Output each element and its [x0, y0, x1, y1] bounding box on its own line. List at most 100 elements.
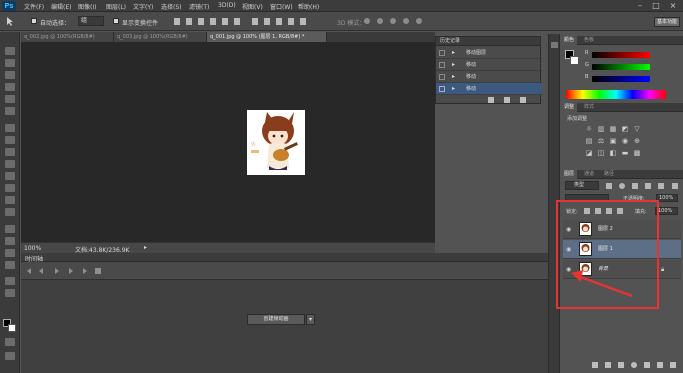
g-slider[interactable]: [592, 64, 650, 70]
background-color-swatch[interactable]: [8, 324, 16, 332]
posterize-icon[interactable]: ◫: [597, 150, 605, 157]
menu-3d[interactable]: 3D(D): [218, 2, 236, 9]
tab-q001[interactable]: q_001.jpg @ 100% (图层 1, RGB/8#) *: [207, 32, 327, 42]
vibrance-icon[interactable]: ▽: [633, 126, 641, 133]
layer-action-icons[interactable]: [590, 360, 680, 369]
zoom-tool-icon[interactable]: [5, 289, 15, 297]
history-brush-tool-icon[interactable]: [5, 160, 15, 168]
menu-help[interactable]: 帮助(H): [298, 2, 319, 11]
tab-layers[interactable]: 图层: [561, 170, 578, 179]
b-channel-label: B: [585, 74, 589, 80]
invert-icon[interactable]: ◪: [585, 150, 593, 157]
history-action-icons[interactable]: [486, 96, 536, 104]
menu-image[interactable]: 图像(I): [78, 2, 96, 11]
exposure-icon[interactable]: ◩: [621, 126, 629, 133]
tab-adjustments[interactable]: 调整: [561, 103, 578, 112]
b-slider[interactable]: [592, 76, 650, 82]
close-button[interactable]: ×: [665, 0, 681, 11]
menu-select[interactable]: 选择(S): [161, 2, 182, 11]
auto-select-checkbox[interactable]: [31, 18, 37, 24]
history-step-icon: ▸: [452, 73, 456, 80]
history-dock-icon[interactable]: [551, 42, 558, 48]
svg-text:Ⓐ: Ⓐ: [251, 141, 256, 148]
zoom-level[interactable]: 100%: [24, 245, 41, 252]
create-frame-animation-button[interactable]: 创建帧动画: [247, 314, 305, 325]
brush-tool-icon[interactable]: [5, 136, 15, 144]
background-color-swatch[interactable]: [570, 56, 579, 65]
menu-view[interactable]: 视图(V): [242, 2, 263, 11]
add-adjustment-label: 添加调整: [567, 116, 588, 122]
align-icons[interactable]: [172, 16, 312, 27]
opacity-input[interactable]: 100%: [656, 194, 678, 202]
eraser-tool-icon[interactable]: [5, 172, 15, 180]
tab-styles[interactable]: 样式: [581, 103, 597, 112]
path-select-tool-icon[interactable]: [5, 249, 15, 257]
selective-color-icon[interactable]: ▩: [633, 150, 641, 157]
show-transform-checkbox[interactable]: [113, 18, 119, 24]
hand-tool-icon[interactable]: [5, 277, 15, 285]
tab-paths[interactable]: 路径: [601, 170, 617, 179]
history-item[interactable]: ▸ 移动图层: [436, 47, 542, 59]
dodge-tool-icon[interactable]: [5, 208, 15, 216]
layer-filter-icons[interactable]: [605, 182, 680, 190]
menu-filter[interactable]: 滤镜(T): [189, 2, 209, 11]
healing-brush-tool-icon[interactable]: [5, 124, 15, 132]
quick-select-tool-icon[interactable]: [5, 83, 15, 91]
move-tool-icon[interactable]: [5, 47, 15, 55]
menu-file[interactable]: 文件(F): [24, 2, 44, 11]
menu-edit[interactable]: 编辑(E): [51, 2, 71, 11]
hue-saturation-icon[interactable]: ▤: [585, 138, 593, 145]
menu-layer[interactable]: 图层(L): [106, 2, 126, 11]
color-panel-tabs: 颜色 色板: [561, 36, 683, 45]
history-item[interactable]: ▸ 移动: [436, 71, 542, 83]
tab-channels[interactable]: 通道: [581, 170, 597, 179]
threshold-icon[interactable]: ◧: [609, 150, 617, 157]
type-tool-icon[interactable]: [5, 237, 15, 245]
color-spectrum-bar[interactable]: [566, 90, 666, 99]
document-canvas[interactable]: Ⓐ: [247, 110, 305, 175]
maximize-button[interactable]: □: [648, 0, 664, 11]
minimize-button[interactable]: –: [632, 0, 648, 11]
tab-swatches[interactable]: 色板: [581, 36, 597, 45]
quick-mask-icon[interactable]: [5, 338, 15, 346]
lasso-tool-icon[interactable]: [5, 71, 15, 79]
menu-type[interactable]: 文字(Y): [133, 2, 153, 11]
tab-q003[interactable]: q_003.jpg @ 100%(RGB/8#): [114, 32, 207, 42]
crop-tool-icon[interactable]: [5, 95, 15, 103]
auto-select-label: 自动选择：: [40, 20, 71, 27]
playback-icons[interactable]: [25, 267, 105, 275]
history-item-selected[interactable]: ▸ 移动: [436, 83, 542, 95]
chevron-down-icon[interactable]: ▾: [306, 314, 315, 325]
history-step-icon: ▸: [452, 61, 456, 68]
photo-filter-icon[interactable]: ◉: [621, 138, 629, 145]
color-balance-icon[interactable]: ⚖: [597, 138, 605, 145]
history-item[interactable]: ▸ 移动: [436, 59, 542, 71]
shape-tool-icon[interactable]: [5, 261, 15, 269]
3d-mode-icons[interactable]: [362, 16, 432, 27]
canvas-area[interactable]: [21, 42, 435, 242]
pen-tool-icon[interactable]: [5, 225, 15, 233]
menu-window[interactable]: 窗口(W): [270, 2, 293, 11]
r-slider[interactable]: [592, 52, 650, 58]
auto-select-dropdown[interactable]: 组: [78, 16, 104, 26]
character-artwork: Ⓐ: [251, 112, 298, 170]
clone-stamp-tool-icon[interactable]: [5, 148, 15, 156]
eyedropper-tool-icon[interactable]: [5, 107, 15, 115]
r-channel-label: R: [585, 50, 589, 56]
levels-icon[interactable]: ▥: [597, 126, 605, 133]
status-arrow-icon[interactable]: ▸: [144, 244, 147, 251]
layer-kind-filter[interactable]: 类型: [565, 181, 599, 190]
tab-q002[interactable]: q_002.jpg @ 100%(RGB/8#): [21, 32, 114, 42]
blur-tool-icon[interactable]: [5, 196, 15, 204]
workspace-selector[interactable]: 基本功能: [654, 17, 680, 27]
gradient-tool-icon[interactable]: [5, 184, 15, 192]
tab-color[interactable]: 颜色: [561, 36, 578, 45]
gradient-map-icon[interactable]: ▬: [621, 150, 629, 157]
black-white-icon[interactable]: ▣: [609, 138, 617, 145]
brightness-icon[interactable]: ☼: [585, 126, 593, 133]
marquee-tool-icon[interactable]: [5, 59, 15, 67]
channel-mixer-icon[interactable]: ⊕: [633, 138, 641, 145]
screen-mode-icon[interactable]: [5, 352, 15, 360]
curves-icon[interactable]: ▦: [609, 126, 617, 133]
move-tool-icon[interactable]: [4, 16, 18, 27]
